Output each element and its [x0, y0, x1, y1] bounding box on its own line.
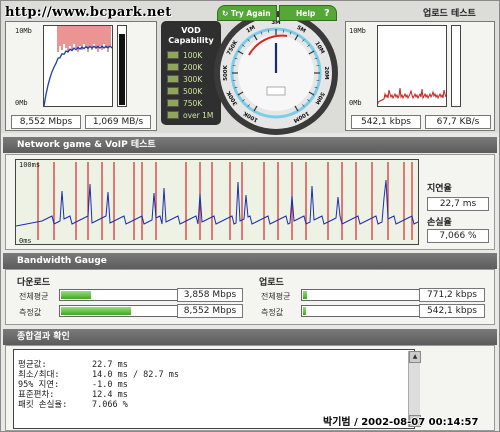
upload-rate-value: 67,7 KB/s [425, 115, 491, 129]
vod-item-label: 200K [183, 62, 203, 72]
refresh-icon: ↻ [222, 9, 229, 18]
upload-title: 업로드 테스트 [423, 9, 476, 19]
result-value: 7.066 % [92, 400, 128, 410]
result-value: 22.7 ms [92, 360, 128, 370]
signature: 박기범 / 2002-08-07 00:14:57 [323, 417, 479, 428]
speed-gauge: 100K 300K 500K 750K 1M 3M 5M 10M 20M 50M 100M ↻ Tr… [209, 3, 343, 137]
vod-led-icon [167, 75, 179, 83]
latency-axis-bottom: 0ms [19, 237, 32, 245]
result-value: 14.0 ms / 82.7 ms [92, 370, 179, 380]
vod-led-icon [167, 99, 179, 107]
network-section-header: Network game & VoIP 테스트 [3, 137, 497, 153]
gauge-scale-label: 500K [223, 64, 229, 80]
latency-value: 22,7 ms [427, 197, 489, 211]
download-graph-svg [43, 26, 113, 107]
result-key: 패킷 손실율: [18, 400, 68, 410]
download-cur-fill [61, 307, 131, 315]
upload-speed-value: 542,1 kbps [351, 115, 421, 129]
upload-avg-value: 771,2 kbps [419, 288, 485, 302]
upload-cur-label: 측정값 [261, 308, 284, 317]
vod-item-label: 500K [183, 86, 203, 96]
upload-avg-bar [301, 289, 423, 301]
vod-led-icon [167, 51, 179, 59]
gauge-svg: 100K300K500K750K1M3M5M10M20M50M100M [214, 11, 338, 135]
top-area: http://www.bcpark.net 10Mb 0Mb 8,552 Mbp… [1, 1, 499, 135]
watermark: http://www.bcpark.net [5, 5, 172, 20]
vod-led-icon [167, 111, 179, 119]
result-lines: 평균값: 22.7 ms 최소/최대: 14.0 ms / 82.7 ms 95% 지연… [14, 350, 414, 410]
result-line: 최소/최대: 14.0 ms / 82.7 ms [18, 370, 414, 380]
result-line: 패킷 손실율: 7.066 % [18, 400, 414, 410]
result-line: 평균값: 22.7 ms [18, 360, 414, 370]
help-label: Help [296, 9, 316, 18]
download-cur-bar [59, 305, 185, 317]
download-rate-value: 1,069 MB/s [85, 115, 151, 129]
upload-cur-value: 542,1 kbps [419, 304, 485, 318]
bandwidth-download-title: 다운로드 [17, 278, 51, 288]
try-again-label: Try Again [230, 9, 271, 18]
latency-axis-top: 100ms [19, 161, 41, 169]
result-line: 95% 지연: -1.0 ms [18, 380, 414, 390]
result-key: 95% 지연: [18, 380, 60, 390]
speed-test-window: http://www.bcpark.net 10Mb 0Mb 8,552 Mbp… [0, 0, 500, 432]
upload-avg-fill [303, 291, 307, 299]
vod-item-label: 100K [183, 50, 203, 60]
latency-graph [15, 159, 419, 245]
bandwidth-upload-group: 업로드 전체평균 771,2 kbps 측정값 542,1 kbps [253, 275, 493, 319]
result-section-header: 종합결과 확인 [3, 329, 497, 345]
download-avg-fill [61, 291, 92, 299]
result-key: 최소/최대: [18, 370, 60, 380]
bandwidth-upload-title: 업로드 [259, 278, 284, 288]
latency-label: 지연율 [427, 184, 452, 194]
scroll-up-icon[interactable]: ▲ [409, 351, 421, 363]
gauge-readout [266, 86, 286, 96]
download-cur-value: 8,552 Mbps [177, 304, 243, 318]
download-axis-top: 10Mb [15, 27, 32, 35]
loss-label: 손실율 [427, 218, 452, 228]
vod-led-icon [167, 87, 179, 95]
upload-level-bar [451, 25, 461, 107]
download-level-bar [117, 25, 127, 107]
latency-graph-svg [15, 162, 419, 240]
bandwidth-download-group: 다운로드 전체평균 3,858 Mbps 측정값 8,552 Mbps [11, 275, 247, 319]
try-again-button[interactable]: ↻ Try Again [217, 5, 277, 21]
upload-avg-label: 전체평균 [261, 292, 291, 301]
upload-cur-fill [303, 307, 306, 315]
result-value: -1.0 ms [92, 380, 128, 390]
download-avg-bar [59, 289, 185, 301]
result-line: 표준편차: 12.4 ms [18, 390, 414, 400]
upload-graph-svg [377, 87, 447, 104]
upload-axis-top: 10Mb [349, 27, 366, 35]
help-icon: ? [323, 8, 330, 19]
download-cur-label: 측정값 [19, 308, 42, 317]
download-avg-label: 전체평균 [19, 292, 49, 301]
download-graph [43, 25, 113, 107]
vod-led-icon [167, 63, 179, 71]
gauge-scale-label: 20M [323, 66, 329, 79]
download-avg-value: 3,858 Mbps [177, 288, 243, 302]
vod-item-label: 300K [183, 74, 203, 84]
loss-value: 7,066 % [427, 229, 489, 243]
download-speed-value: 8,552 Mbps [11, 115, 81, 129]
download-level-fill [119, 34, 125, 105]
upload-graph [377, 25, 447, 107]
vod-item-label: 750K [183, 98, 203, 108]
result-key: 표준편차: [18, 390, 55, 400]
download-axis-bottom: 0Mb [15, 99, 28, 107]
bandwidth-section-header: Bandwidth Gauge [3, 253, 497, 269]
result-key: 평균값: [18, 360, 47, 370]
upload-cur-bar [301, 305, 423, 317]
help-button[interactable]: Help ? [279, 5, 337, 21]
result-value: 12.4 ms [92, 390, 128, 400]
upload-axis-bottom: 0Mb [349, 99, 362, 107]
